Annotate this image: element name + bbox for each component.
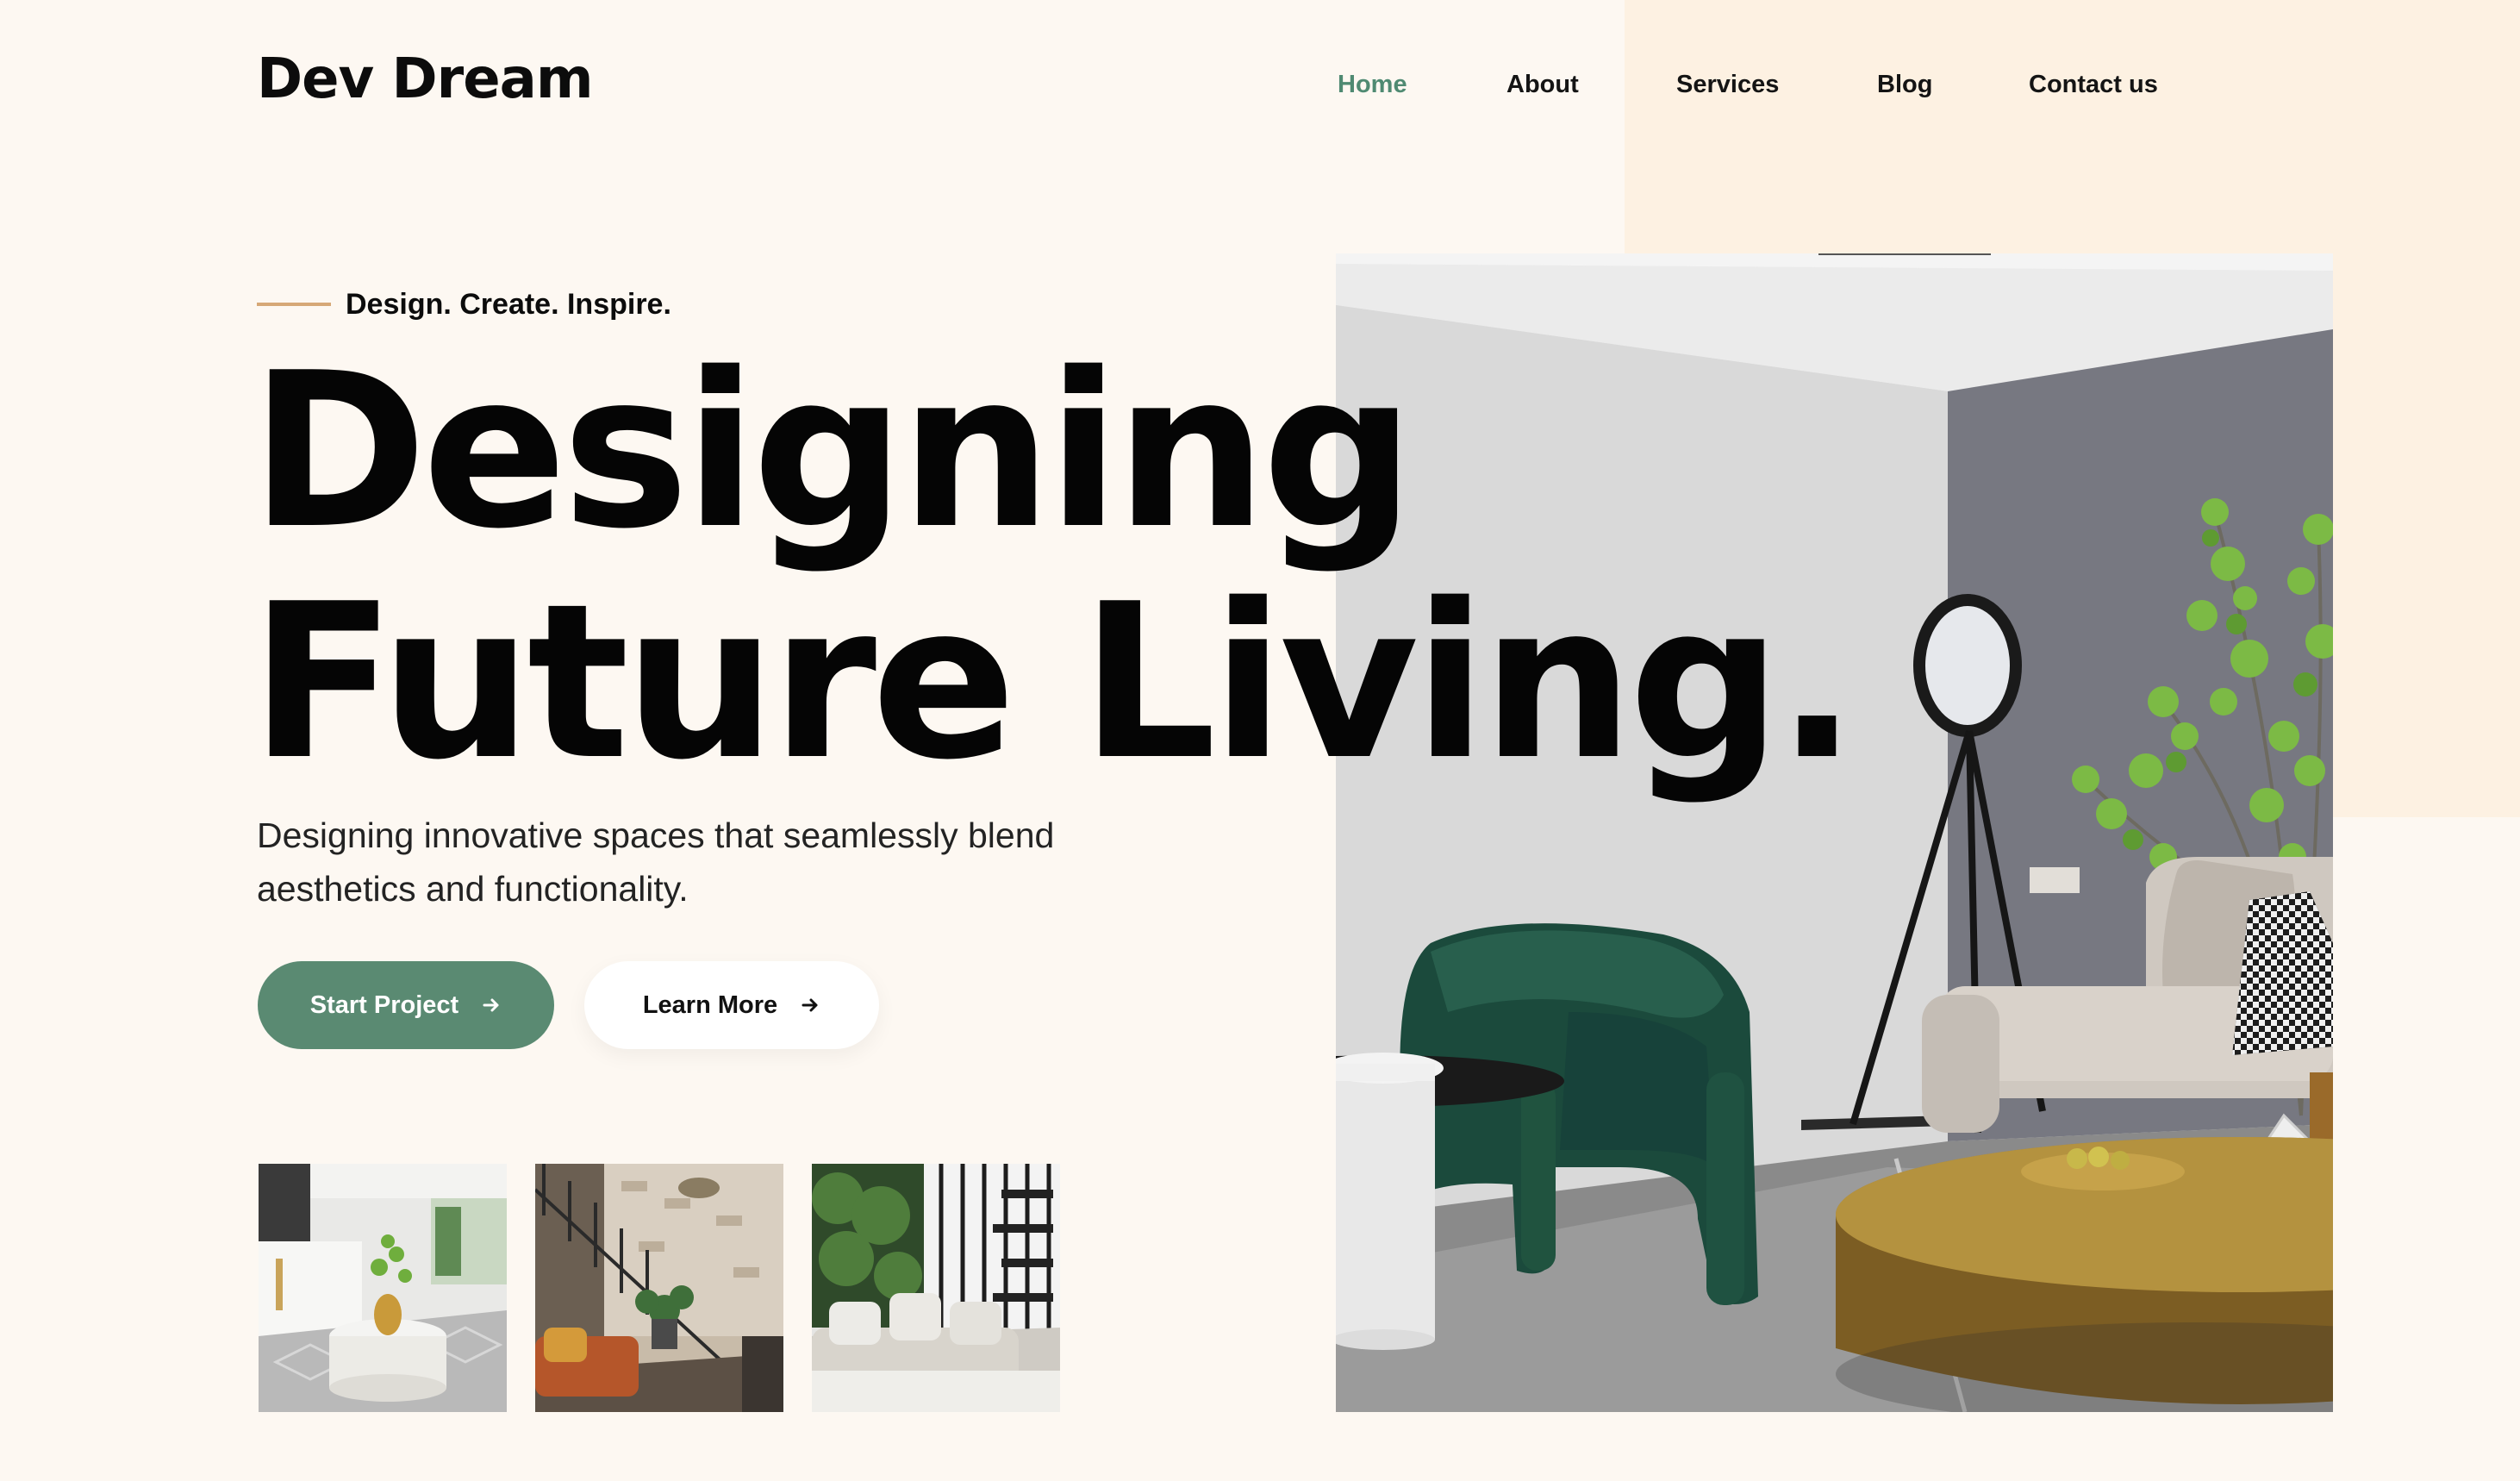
thumbnail-2[interactable]: [535, 1164, 783, 1412]
arrow-right-icon: [483, 998, 499, 1012]
nav-item-about[interactable]: About: [1506, 71, 1579, 99]
start-project-label: Start Project: [309, 990, 459, 1019]
learn-more-label: Learn More: [642, 990, 778, 1019]
hero-headline: Designing Future Living.: [250, 328, 1858, 807]
learn-more-button[interactable]: Learn More: [584, 961, 879, 1049]
tagline: Design. Create. Inspire.: [346, 288, 671, 321]
hero-subtext: Designing innovative spaces that seamles…: [257, 815, 1055, 909]
thumbnail-3[interactable]: [812, 1164, 1060, 1412]
white-sofa-thumbnail: [812, 1164, 1060, 1412]
tagline-accent-line: [257, 303, 331, 306]
hero-headline-line1: Designing: [250, 328, 1415, 576]
logo[interactable]: Dev Dream: [257, 47, 593, 111]
nav-item-contact[interactable]: Contact us: [2029, 71, 2158, 99]
arrow-right-icon: [802, 998, 818, 1012]
start-project-button[interactable]: Start Project: [258, 961, 554, 1049]
nav-item-blog[interactable]: Blog: [1877, 71, 1932, 99]
staircase-loft-thumbnail: [535, 1164, 783, 1412]
marble-interior-thumbnail: [259, 1164, 507, 1412]
nav-item-services[interactable]: Services: [1676, 71, 1779, 99]
nav-item-home[interactable]: Home: [1338, 71, 1407, 99]
hero-headline-line2: Future Living.: [250, 559, 1858, 807]
thumbnail-1[interactable]: [259, 1164, 507, 1412]
